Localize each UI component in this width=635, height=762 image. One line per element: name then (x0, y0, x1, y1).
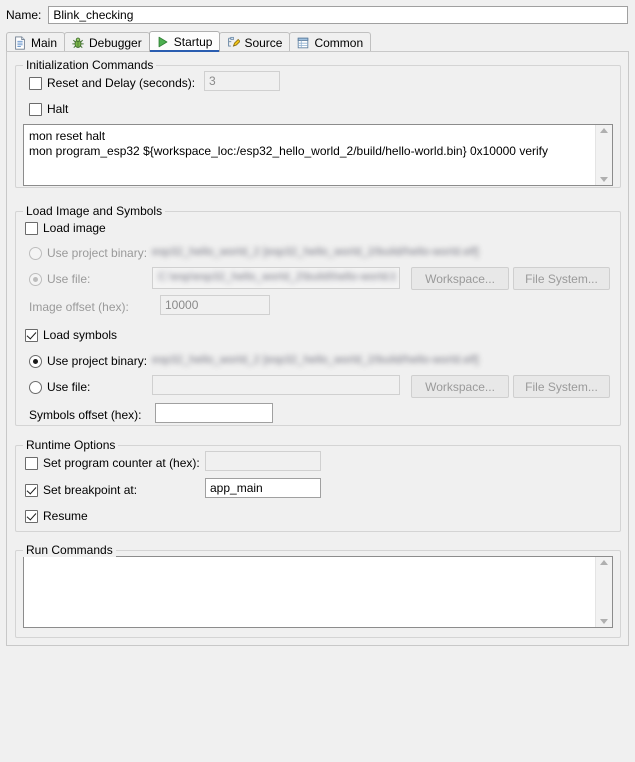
load-image-checkbox[interactable] (25, 221, 38, 235)
load-image-and-symbols-legend: Load Image and Symbols (23, 204, 166, 218)
symbols-file-system-button-label: File System... (525, 379, 598, 394)
set-breakpoint-input[interactable] (205, 478, 321, 498)
resume-row[interactable]: Resume (25, 507, 88, 525)
tab-source[interactable]: Source (219, 32, 291, 52)
image-project-binary-value: esp32_hello_world_2 [esp32_hello_world_2… (152, 246, 479, 258)
image-offset-label: Image offset (hex): (29, 300, 129, 314)
tab-common-label: Common (314, 35, 364, 50)
symbols-file-input[interactable] (152, 375, 400, 395)
set-program-counter-checkbox[interactable] (25, 456, 38, 470)
scroll-up-icon[interactable] (600, 128, 608, 133)
symbols-use-project-binary-radio[interactable] (29, 354, 42, 368)
set-program-counter-label: Set program counter at (hex): (43, 456, 200, 470)
runtime-options-legend: Runtime Options (23, 438, 119, 452)
reset-and-delay-label: Reset and Delay (seconds): (47, 76, 196, 90)
halt-row[interactable]: Halt (29, 100, 68, 118)
image-use-file-label: Use file: (47, 272, 91, 286)
symbols-workspace-button-label: Workspace... (425, 379, 495, 394)
set-breakpoint-label: Set breakpoint at: (43, 483, 138, 497)
scroll-down-icon[interactable] (600, 177, 608, 182)
table-icon (298, 37, 309, 48)
load-image-and-symbols-group: Load Image and Symbols Load image Use pr… (15, 204, 621, 426)
name-label: Name: (6, 8, 42, 22)
run-commands-textarea-wrapper[interactable] (23, 556, 613, 628)
initialization-commands-legend: Initialization Commands (23, 58, 157, 72)
symbols-use-file-label: Use file: (47, 380, 91, 394)
load-symbols-checkbox[interactable] (25, 328, 38, 342)
tab-bar: Main Debugger Startup Source Common (6, 31, 629, 52)
initialization-commands-textarea[interactable]: mon reset halt mon program_esp32 ${works… (24, 125, 595, 185)
initialization-commands-group: Initialization Commands Reset and Delay … (15, 58, 621, 188)
symbols-use-project-binary-row[interactable]: Use project binary: (29, 352, 147, 370)
set-program-counter-row[interactable]: Set program counter at (hex): (25, 454, 200, 472)
tab-debugger[interactable]: Debugger (64, 32, 150, 52)
reset-and-delay-checkbox[interactable] (29, 76, 42, 90)
initialization-commands-scrollbar[interactable] (595, 125, 612, 185)
scroll-up-icon[interactable] (600, 560, 608, 565)
run-commands-group: Run Commands (15, 543, 621, 638)
initialization-commands-textarea-wrapper[interactable]: mon reset halt mon program_esp32 ${works… (23, 124, 613, 186)
tab-main[interactable]: Main (6, 32, 66, 52)
image-file-system-button-label: File System... (525, 271, 598, 286)
reset-and-delay-row[interactable]: Reset and Delay (seconds): (29, 74, 195, 92)
image-use-project-binary-label: Use project binary: (47, 246, 148, 260)
symbols-project-binary-value: esp32_hello_world_2 [esp32_hello_world_2… (152, 354, 479, 366)
configuration-name-row: Name: (0, 5, 635, 25)
symbols-workspace-button[interactable]: Workspace... (411, 375, 509, 398)
tab-startup-label: Startup (173, 35, 213, 49)
resume-checkbox[interactable] (25, 509, 38, 523)
tab-debugger-label: Debugger (89, 35, 142, 50)
image-workspace-button-label: Workspace... (425, 271, 495, 286)
load-symbols-row[interactable]: Load symbols (25, 326, 117, 344)
image-offset-row: Image offset (hex): (29, 298, 129, 316)
runtime-options-group: Runtime Options Set program counter at (… (15, 438, 621, 532)
symbols-offset-row: Symbols offset (hex): (29, 406, 142, 424)
symbols-use-file-row[interactable]: Use file: (29, 378, 90, 396)
symbols-use-project-binary-label: Use project binary: (47, 354, 148, 368)
startup-settings-panel: Initialization Commands Reset and Delay … (6, 51, 629, 646)
image-use-project-binary-radio[interactable] (29, 246, 42, 260)
halt-label: Halt (47, 102, 69, 116)
configuration-name-input[interactable] (48, 6, 628, 24)
load-image-row[interactable]: Load image (25, 219, 106, 237)
image-workspace-button[interactable]: Workspace... (411, 267, 509, 290)
symbols-use-file-radio[interactable] (29, 380, 42, 394)
bug-icon (72, 37, 84, 48)
halt-checkbox[interactable] (29, 102, 42, 116)
image-use-project-binary-row[interactable]: Use project binary: (29, 244, 147, 262)
load-symbols-label: Load symbols (43, 328, 118, 342)
document-icon (15, 35, 25, 50)
image-file-value: C:\esp\esp32_hello_world_2\build\hello-w… (158, 271, 396, 283)
image-use-file-row[interactable]: Use file: (29, 270, 90, 288)
set-breakpoint-checkbox[interactable] (25, 483, 38, 497)
tab-main-label: Main (31, 35, 58, 50)
resume-label: Resume (43, 509, 88, 523)
image-offset-input[interactable] (160, 295, 270, 315)
set-program-counter-input[interactable] (205, 451, 321, 471)
startup-tab-page: Name: Main Debugger (0, 0, 635, 762)
load-image-label: Load image (43, 221, 106, 235)
run-commands-textarea[interactable] (24, 557, 595, 627)
run-play-icon (158, 36, 168, 48)
tab-common[interactable]: Common (289, 32, 372, 52)
symbols-file-system-button[interactable]: File System... (513, 375, 610, 398)
image-file-input[interactable]: C:\esp\esp32_hello_world_2\build\hello-w… (152, 267, 400, 289)
scroll-down-icon[interactable] (600, 619, 608, 624)
symbols-offset-input[interactable] (155, 403, 273, 423)
tab-startup[interactable]: Startup (148, 31, 221, 52)
image-use-file-radio[interactable] (29, 272, 42, 286)
set-breakpoint-row[interactable]: Set breakpoint at: (25, 481, 137, 499)
tab-source-label: Source (244, 35, 283, 50)
image-file-system-button[interactable]: File System... (513, 267, 610, 290)
symbols-offset-label: Symbols offset (hex): (29, 408, 142, 422)
run-commands-legend: Run Commands (23, 543, 116, 557)
reset-delay-seconds-input[interactable] (204, 71, 280, 91)
run-commands-scrollbar[interactable] (595, 557, 612, 627)
source-edit-icon (228, 36, 241, 47)
